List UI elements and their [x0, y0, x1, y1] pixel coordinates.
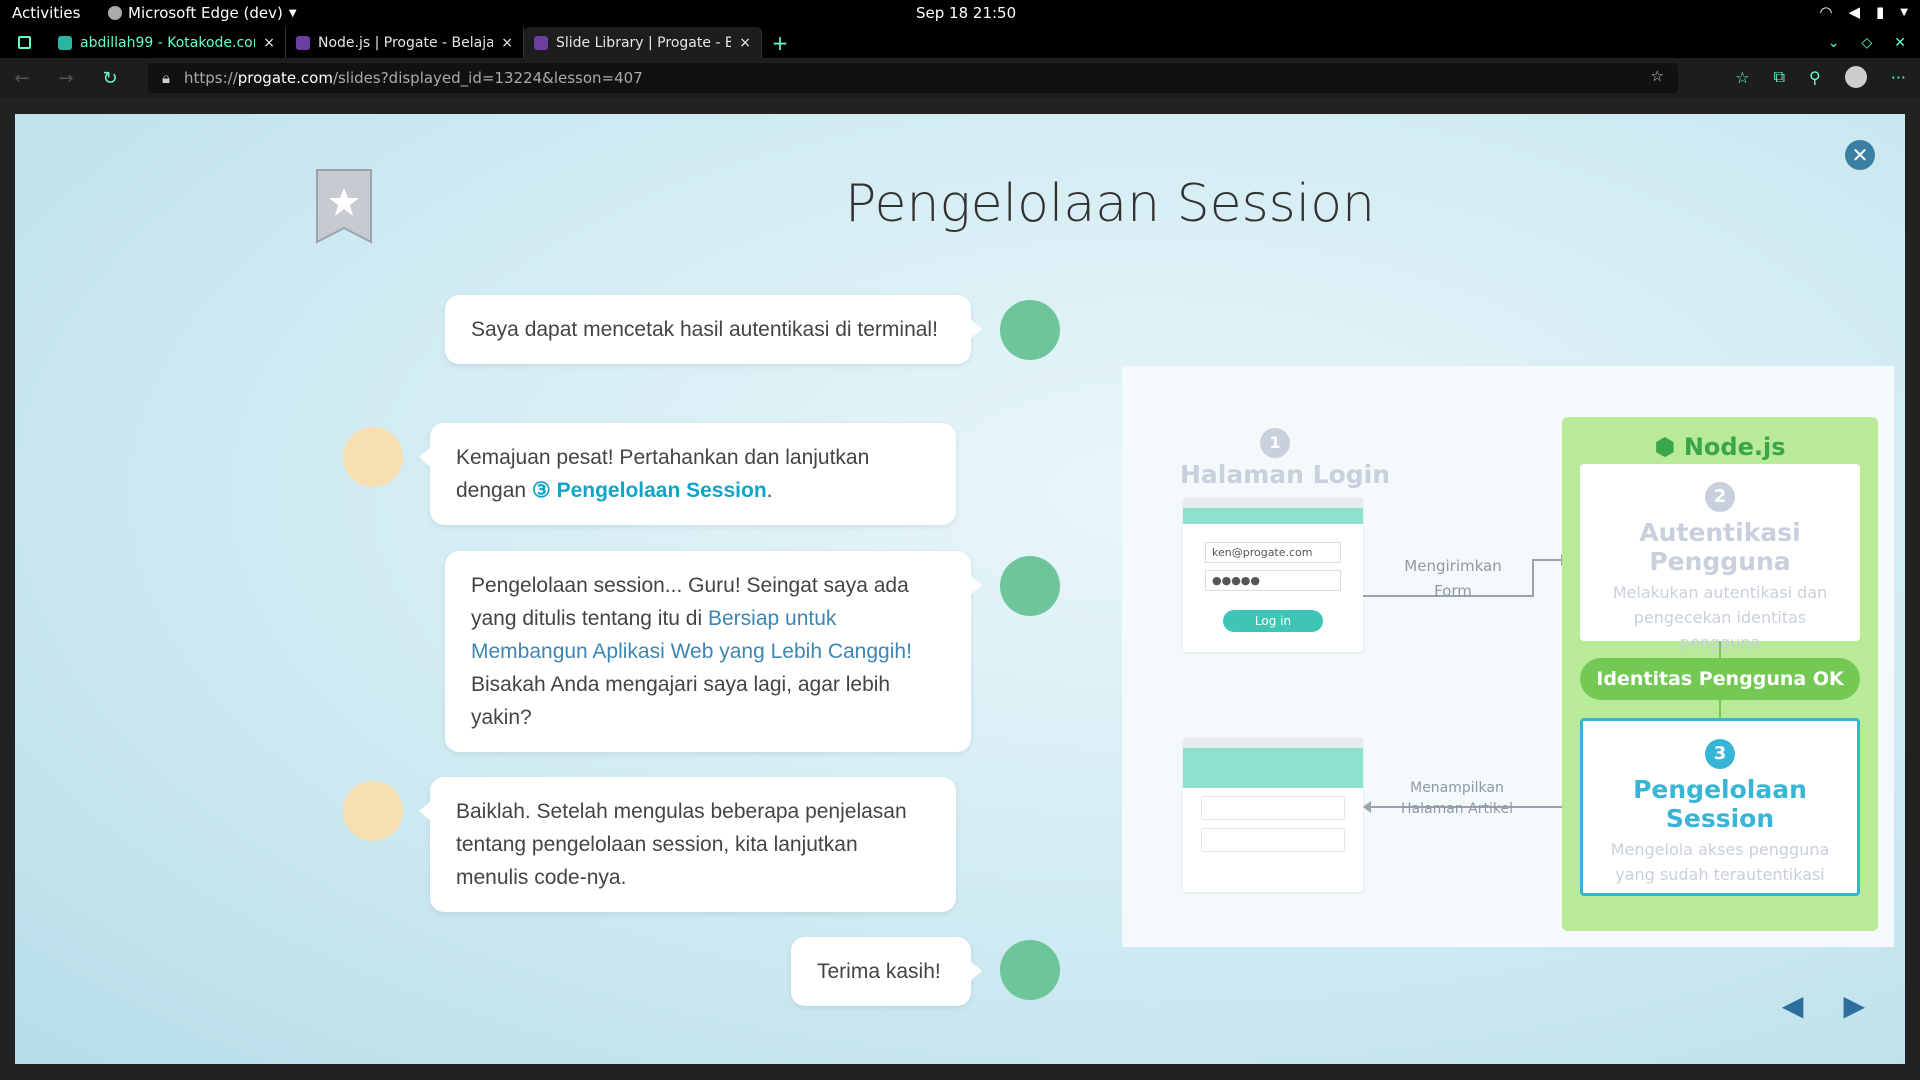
chat-text: Bisakah Anda mengajari saya lagi, agar l…: [471, 673, 891, 729]
diamond-icon[interactable]: ◇: [1861, 35, 1872, 51]
collections-icon[interactable]: ⧉: [1774, 67, 1785, 87]
ninja-avatar: [1000, 940, 1060, 1000]
article-page-mock: [1183, 738, 1363, 892]
login-page-label: Halaman Login: [1180, 460, 1391, 489]
battery-icon: ▮: [1876, 3, 1885, 21]
url-text: https://progate.com/slides?displayed_id=…: [183, 69, 643, 87]
progate-favicon-icon: [296, 35, 310, 50]
forward-button[interactable]: →: [44, 68, 88, 89]
password-field: ●●●●●: [1205, 570, 1341, 591]
chat-text: .: [766, 479, 773, 502]
tab-search-icon[interactable]: ⌄: [1828, 35, 1840, 51]
chat-bubble: Baiklah. Setelah mengulas beberapa penje…: [419, 777, 956, 912]
refresh-button[interactable]: ↻: [88, 68, 132, 89]
authentication-card: 2 Autentikasi Pengguna Melakukan autenti…: [1580, 464, 1860, 652]
kotakode-favicon-icon: [58, 35, 72, 50]
app-menu[interactable]: Microsoft Edge (dev) ▼: [108, 4, 297, 22]
extensions-icon[interactable]: ⚲: [1809, 68, 1821, 87]
tab-actions-icon: [17, 36, 31, 49]
sheep-avatar: [343, 427, 403, 487]
tab-title: Slide Library | Progate - B: [556, 34, 732, 51]
new-tab-button[interactable]: +: [762, 27, 798, 58]
close-icon[interactable]: ×: [263, 35, 275, 51]
chevron-down-icon: ▼: [288, 7, 297, 19]
card-title: Pengelolaan Session: [1633, 775, 1807, 833]
lesson-link[interactable]: ③ Pengelolaan Session: [532, 479, 767, 502]
progate-favicon-icon: [534, 35, 548, 50]
step-number: 2: [1705, 482, 1735, 512]
close-icon[interactable]: ×: [739, 35, 751, 51]
back-button[interactable]: ←: [0, 68, 44, 89]
power-menu-icon: ▼: [1900, 6, 1908, 18]
clock[interactable]: Sep 18 21:50: [916, 4, 1016, 22]
close-slide-button[interactable]: ✕: [1845, 140, 1875, 170]
send-form-label: Mengirimkan Form: [1404, 557, 1502, 600]
navigation-bar: ← → ↻ 🔒︎ https://progate.com/slides?disp…: [0, 58, 1920, 98]
tab-strip: abdillah99 - Kotakode.com × Node.js | Pr…: [0, 27, 1920, 58]
tab-nodejs-progate[interactable]: Node.js | Progate - Belajar ×: [286, 27, 524, 58]
slide-navigation: ◀ ▶: [1782, 989, 1865, 1022]
chat-bubble: Saya dapat mencetak hasil autentikasi di…: [445, 295, 982, 364]
add-favorite-icon[interactable]: ☆: [1651, 67, 1664, 85]
wifi-icon: ◠: [1819, 3, 1833, 21]
step-number: 1: [1260, 428, 1290, 458]
ninja-avatar: [1000, 300, 1060, 360]
slide-title: Pengelolaan Session: [845, 174, 1375, 234]
more-menu-icon[interactable]: ···: [1891, 68, 1906, 87]
tab-slide-library[interactable]: Slide Library | Progate - B ×: [524, 27, 762, 58]
card-title: Autentikasi Pengguna: [1639, 518, 1801, 576]
tab-kotakode[interactable]: abdillah99 - Kotakode.com ×: [48, 27, 286, 58]
show-article-label: Menampilkan Halaman Artikel: [1401, 780, 1513, 817]
sheep-avatar: [343, 781, 403, 841]
session-management-card: 3 Pengelolaan Session Mengelola akses pe…: [1580, 718, 1860, 896]
next-slide-icon[interactable]: ▶: [1843, 989, 1865, 1022]
chat-bubble: Pengelolaan session... Guru! Seingat say…: [445, 551, 982, 752]
chat-text: Pengelolaan session... Guru! Seingat say…: [471, 574, 909, 630]
slide-modal: ✕ Pengelolaan Session Saya dapat menceta…: [15, 114, 1905, 1064]
chat-text: Baiklah. Setelah mengulas beberapa penje…: [456, 800, 907, 889]
edge-icon: [108, 6, 122, 20]
system-tray[interactable]: ◠ ◀ ▮ ▼: [1819, 3, 1908, 21]
lock-icon: 🔒︎: [162, 69, 170, 87]
volume-icon: ◀: [1848, 3, 1861, 21]
tab-title: abdillah99 - Kotakode.com: [80, 34, 256, 51]
tab-actions-button[interactable]: [0, 27, 48, 58]
tab-title: Node.js | Progate - Belajar: [318, 34, 494, 51]
activities-button[interactable]: Activities: [12, 4, 80, 22]
chat-bubble: Terima kasih!: [791, 937, 982, 1006]
step-number: 3: [1705, 739, 1735, 769]
login-page-mock: ken@progate.com ●●●●● Log in: [1183, 498, 1363, 652]
chat-text: Saya dapat mencetak hasil autentikasi di…: [471, 318, 938, 341]
email-field: ken@progate.com: [1205, 542, 1341, 563]
chat-text: Terima kasih!: [817, 960, 941, 983]
page-content: ✕ Pengelolaan Session Saya dapat menceta…: [0, 98, 1920, 1080]
close-icon[interactable]: ×: [501, 35, 513, 51]
ninja-avatar: [1000, 556, 1060, 616]
nodejs-hexagon-icon: ⬢: [1654, 433, 1676, 461]
nodejs-title: ⬢ Node.js: [1654, 433, 1786, 461]
close-window-icon[interactable]: ✕: [1894, 35, 1906, 51]
profile-avatar[interactable]: [1844, 66, 1867, 88]
app-name: Microsoft Edge (dev): [128, 4, 283, 22]
previous-slide-icon[interactable]: ◀: [1782, 989, 1804, 1022]
chat-bubble: Kemajuan pesat! Pertahankan dan lanjutka…: [419, 423, 956, 525]
address-bar[interactable]: 🔒︎ https://progate.com/slides?displayed_…: [148, 63, 1678, 93]
login-button: Log in: [1223, 610, 1323, 632]
system-top-bar: Activities Microsoft Edge (dev) ▼ Sep 18…: [0, 0, 1920, 27]
favorites-icon[interactable]: ☆: [1735, 68, 1749, 87]
card-description: Mengelola akses pengguna yang sudah tera…: [1610, 840, 1830, 884]
